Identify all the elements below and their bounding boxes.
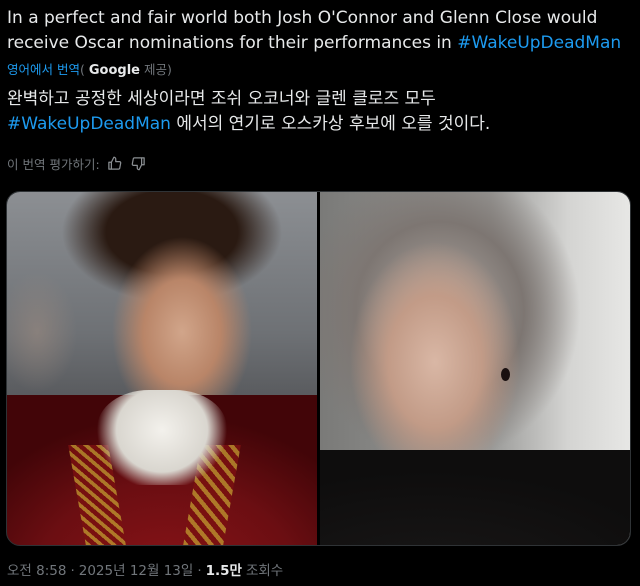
translated-line1: 완벽하고 공정한 세상이라면 조쉬 오코너와 글렌 클로즈 모두 [7, 89, 436, 109]
meta-separator: · [197, 563, 202, 579]
paren-open: ( [79, 62, 85, 77]
white-collar [97, 390, 227, 485]
tweet-time[interactable]: 오전 8:58 [7, 562, 66, 580]
tweet-text: In a perfect and fair world both Josh O'… [7, 6, 633, 56]
thumbs-up-icon[interactable] [106, 154, 124, 172]
hashtag-link[interactable]: #WakeUpDeadMan [457, 33, 621, 53]
translation-provider: Google [88, 63, 140, 78]
meta-separator: · [70, 563, 75, 579]
translation-source-link[interactable]: 영어에서 번역 [7, 62, 80, 77]
photo-priest[interactable] [7, 192, 317, 545]
views-count: 1.5만 [205, 563, 242, 579]
translated-line2: 에서의 연기로 오스카상 후보에 오를 것이다. [170, 114, 491, 134]
views-label: 조회수 [245, 563, 284, 579]
rate-translation-label: 이 번역 평가하기: [7, 156, 100, 172]
tweet-media[interactable] [6, 191, 631, 546]
photo-woman[interactable] [320, 192, 630, 545]
translated-text: 완벽하고 공정한 세상이라면 조쉬 오코너와 글렌 클로즈 모두 #WakeUp… [7, 87, 633, 137]
black-dress [320, 450, 630, 545]
tweet-date[interactable]: 2025년 12월 13일 [79, 562, 194, 580]
tweet-meta: 오전 8:58 · 2025년 12월 13일 · 1.5만 조회수 [7, 562, 283, 580]
rate-translation-row: 이 번역 평가하기: [7, 153, 148, 173]
thumbs-down-icon[interactable] [130, 154, 148, 172]
translation-provider-suffix: 제공) [143, 62, 172, 77]
translation-attribution: 영어에서 번역( Google 제공) [7, 61, 172, 80]
translated-hashtag-link[interactable]: #WakeUpDeadMan [7, 114, 171, 134]
earring [501, 368, 510, 381]
